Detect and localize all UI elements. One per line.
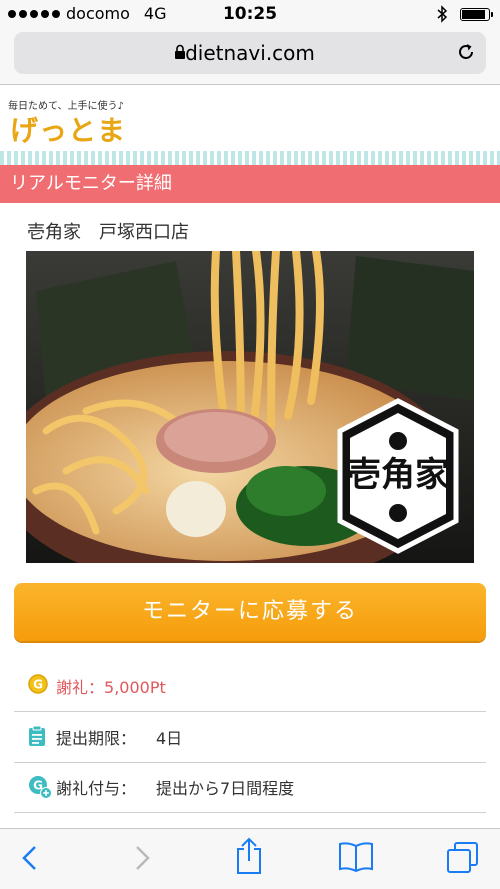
forward-icon[interactable]: [132, 843, 152, 873]
coin-plus-icon: G: [29, 776, 52, 799]
tabs-icon[interactable]: [446, 841, 480, 875]
share-icon[interactable]: [234, 837, 264, 875]
bookmarks-icon[interactable]: [338, 841, 374, 873]
site-header: 毎日ためて、上手に使う♪ げっとま: [0, 85, 500, 153]
deadline-value: 4日: [156, 729, 183, 748]
clock: 10:25: [222, 4, 278, 24]
reload-icon[interactable]: [456, 42, 476, 62]
grant-label: 謝礼付与：: [56, 779, 137, 798]
bluetooth-icon: [437, 5, 448, 23]
status-bar: docomo 4G 10:25: [0, 0, 500, 28]
header-stripes: [0, 151, 500, 165]
grant-value: 提出から7日間程度: [156, 779, 295, 798]
reward-row: G 謝礼：5,000Pt: [14, 659, 486, 712]
deadline-row: 提出期限： 4日: [14, 710, 486, 763]
shop-name: 壱角家 戸塚西口店: [27, 222, 189, 243]
grant-row: G 謝礼付与： 提出から7日間程度: [14, 760, 486, 813]
reward-value: 5,000Pt: [104, 678, 166, 697]
ramen-photo: 壱角家: [26, 251, 474, 563]
back-icon[interactable]: [20, 843, 40, 873]
section-title: リアルモニター詳細: [0, 165, 500, 203]
browser-toolbar: [0, 828, 500, 889]
status-right: [437, 5, 493, 23]
deadline-label: 提出期限：: [56, 729, 137, 748]
shop-logo-text: 壱角家: [347, 455, 449, 495]
apply-monitor-button[interactable]: モニターに応募する: [14, 583, 486, 641]
clipboard-icon: [29, 725, 45, 746]
reward-label: 謝礼：5,000Pt: [56, 678, 166, 697]
site-logo[interactable]: げっとま: [10, 109, 126, 149]
coin-g-icon: G: [28, 674, 48, 694]
url-text[interactable]: dietnavi.com: [14, 41, 486, 65]
svg-text:G: G: [33, 678, 43, 692]
battery-icon: [460, 7, 493, 21]
browser-chrome: dietnavi.com: [0, 28, 500, 85]
address-bar[interactable]: dietnavi.com: [14, 32, 486, 74]
shop-logo-hexagon: 壱角家: [337, 398, 459, 554]
